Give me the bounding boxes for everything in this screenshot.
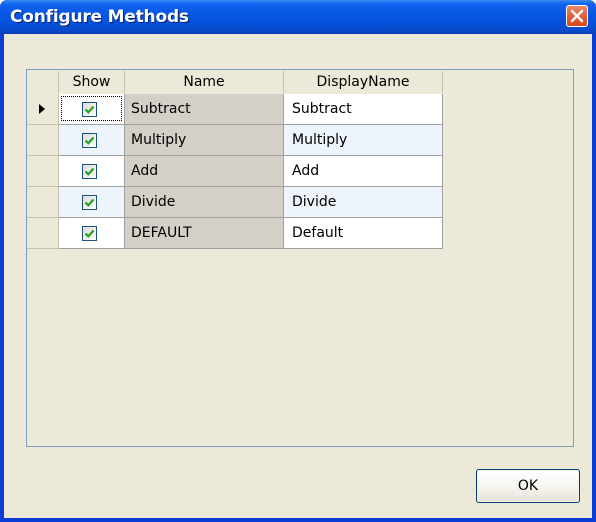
column-header-show[interactable]: Show <box>59 71 125 93</box>
show-checkbox[interactable] <box>82 133 97 148</box>
table-row[interactable]: Add Add <box>27 156 443 187</box>
name-cell[interactable]: Divide <box>125 187 284 218</box>
configure-methods-dialog: Configure Methods Show Name DisplayName <box>0 0 596 522</box>
title-bar[interactable]: Configure Methods <box>0 0 596 34</box>
show-checkbox[interactable] <box>82 164 97 179</box>
displayname-cell[interactable]: Divide <box>284 187 443 218</box>
show-cell[interactable] <box>59 218 125 249</box>
dialog-title: Configure Methods <box>10 7 189 27</box>
show-checkbox[interactable] <box>82 195 97 210</box>
column-header-name[interactable]: Name <box>125 71 284 93</box>
close-button[interactable] <box>566 5 588 27</box>
displayname-cell[interactable]: Multiply <box>284 125 443 156</box>
displayname-cell[interactable]: Subtract <box>284 94 443 125</box>
checkmark-icon <box>84 229 95 238</box>
methods-grid[interactable]: Show Name DisplayName Subtract Subtract <box>26 69 574 447</box>
grid-corner-header[interactable] <box>27 71 59 93</box>
dialog-body: Show Name DisplayName Subtract Subtract <box>4 34 592 518</box>
name-cell[interactable]: Subtract <box>125 94 284 125</box>
name-cell[interactable]: Multiply <box>125 125 284 156</box>
table-row[interactable]: Subtract Subtract <box>27 94 443 125</box>
show-checkbox[interactable] <box>82 226 97 241</box>
table-row[interactable]: Divide Divide <box>27 187 443 218</box>
checkmark-icon <box>84 136 95 145</box>
displayname-cell[interactable]: Default <box>284 218 443 249</box>
show-cell[interactable] <box>59 187 125 218</box>
name-cell[interactable]: DEFAULT <box>125 218 284 249</box>
table-row[interactable]: Multiply Multiply <box>27 125 443 156</box>
checkmark-icon <box>84 198 95 207</box>
name-cell[interactable]: Add <box>125 156 284 187</box>
row-header[interactable] <box>27 218 59 249</box>
column-header-displayname[interactable]: DisplayName <box>284 71 443 93</box>
checkmark-icon <box>84 167 95 176</box>
row-header[interactable] <box>27 94 59 125</box>
row-pointer-icon <box>39 104 45 114</box>
checkmark-icon <box>84 105 95 114</box>
row-header[interactable] <box>27 187 59 218</box>
row-header[interactable] <box>27 125 59 156</box>
ok-button[interactable]: OK <box>476 469 580 503</box>
show-cell[interactable] <box>59 94 125 125</box>
table-row[interactable]: DEFAULT Default <box>27 218 443 249</box>
displayname-cell[interactable]: Add <box>284 156 443 187</box>
show-cell[interactable] <box>59 125 125 156</box>
show-checkbox[interactable] <box>82 102 97 117</box>
close-icon <box>570 9 584 23</box>
row-header[interactable] <box>27 156 59 187</box>
show-cell[interactable] <box>59 156 125 187</box>
